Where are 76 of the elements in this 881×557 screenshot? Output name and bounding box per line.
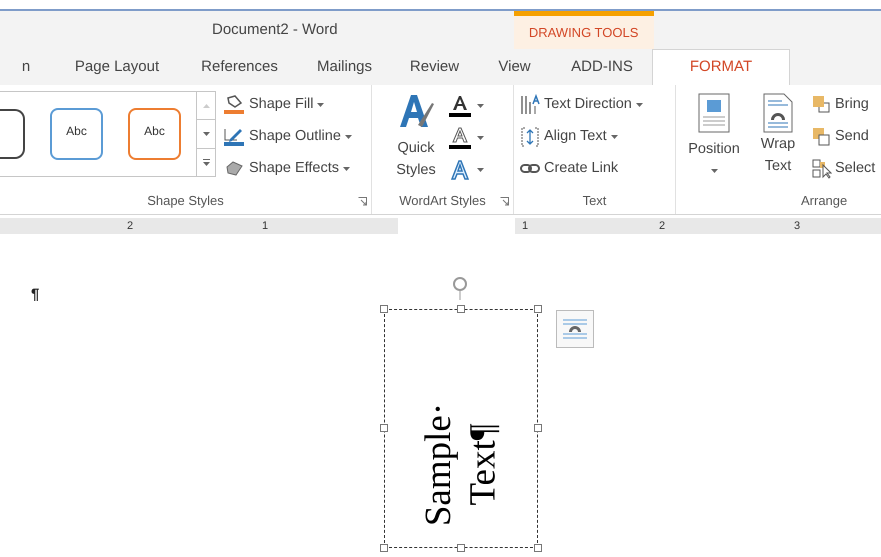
ribbon-tab[interactable]: Review: [392, 49, 477, 85]
ruler-number: 2: [126, 220, 134, 232]
caret-icon: [710, 168, 718, 173]
ribbon-command[interactable]: Create Link: [520, 157, 675, 180]
pencil-icon: [223, 126, 245, 146]
ruler-number: 2: [658, 220, 666, 232]
ribbon-tab[interactable]: Mailings: [297, 49, 392, 85]
ribbon-tab[interactable]: View: [477, 49, 552, 85]
paint-bucket-icon: [223, 94, 245, 114]
wrap-text-icon: [562, 318, 588, 340]
ribbon-tab[interactable]: Page Layout: [52, 49, 182, 85]
paragraph-mark: ¶: [31, 285, 40, 305]
window-title: Document2 - Word: [212, 20, 338, 40]
style-swatch[interactable]: [0, 109, 25, 159]
align-text-icon: [520, 126, 540, 148]
ribbon-command[interactable]: Shape Outline: [223, 125, 352, 148]
selection-pane-icon: [812, 158, 832, 178]
text-effects-icon: [448, 158, 472, 180]
position-icon: [698, 93, 730, 133]
caret-icon: [477, 136, 484, 140]
caret-icon: [477, 168, 484, 172]
ribbon-tab[interactable]: FORMAT: [652, 49, 790, 85]
caret-icon: [344, 134, 352, 138]
position-button[interactable]: Position: [684, 93, 744, 188]
ribbon-command[interactable]: Shape Effects: [223, 157, 352, 180]
resize-handle[interactable]: [457, 544, 465, 552]
ribbon-command[interactable]: Shape Fill: [223, 93, 352, 116]
ribbon-command[interactable]: Select: [812, 157, 876, 180]
resize-handle[interactable]: [534, 544, 542, 552]
resize-handle[interactable]: [457, 305, 465, 313]
resize-handle[interactable]: [380, 305, 388, 313]
text-fill-button[interactable]: [448, 93, 484, 118]
caret-icon: [636, 102, 643, 106]
caret-icon: [317, 102, 324, 106]
up-caret-icon: [202, 104, 210, 108]
resize-handle[interactable]: [380, 424, 388, 432]
ribbon-tab[interactable]: References: [182, 49, 297, 85]
dialog-launcher-icon[interactable]: [500, 197, 509, 206]
text-line: Sample·: [420, 402, 458, 526]
group-label: Arrange: [801, 192, 848, 210]
caret-icon: [202, 162, 210, 166]
style-swatch[interactable]: Abc: [128, 108, 181, 160]
send-backward-icon: [812, 126, 832, 146]
ribbon-tab[interactable]: ADD-INS: [552, 49, 652, 85]
ribbon-command[interactable]: Send: [812, 125, 876, 148]
dialog-launcher-icon[interactable]: [358, 197, 367, 206]
caret-icon: [477, 104, 484, 108]
ribbon-command[interactable]: Text Direction: [520, 93, 675, 116]
text-fill-icon: [448, 94, 472, 116]
wrap-text-icon: [763, 93, 793, 133]
group-label: WordArt Styles: [399, 192, 486, 210]
quick-styles-button[interactable]: Quick Styles: [390, 91, 442, 188]
bring-forward-icon: [812, 94, 832, 114]
group-label: Shape Styles: [147, 192, 224, 210]
caret-icon: [343, 166, 350, 170]
ribbon-tab[interactable]: n: [0, 49, 52, 85]
ruler-number: 1: [521, 220, 529, 232]
contextual-tab-header: DRAWING TOOLS: [514, 11, 654, 49]
resize-handle[interactable]: [534, 305, 542, 313]
text-outline-icon: [448, 126, 472, 148]
ruler-number: 3: [793, 220, 801, 232]
resize-handle[interactable]: [380, 544, 388, 552]
ribbon-command[interactable]: Align Text: [520, 125, 675, 148]
text-outline-button[interactable]: [448, 125, 484, 150]
ruler-number: 1: [261, 220, 269, 232]
resize-handle[interactable]: [534, 424, 542, 432]
group-label: Text: [582, 192, 606, 210]
wrap-text-button[interactable]: Wrap Text: [752, 93, 804, 188]
style-swatch[interactable]: Abc: [50, 108, 103, 160]
caret-icon: [610, 134, 618, 138]
layout-options-button[interactable]: [556, 310, 594, 348]
rotate-handle-icon[interactable]: [451, 276, 469, 300]
ribbon-command[interactable]: Bring: [812, 93, 876, 116]
text-direction-icon: [520, 94, 540, 116]
text-line: Text¶: [464, 423, 502, 505]
caret-icon: [202, 132, 210, 136]
